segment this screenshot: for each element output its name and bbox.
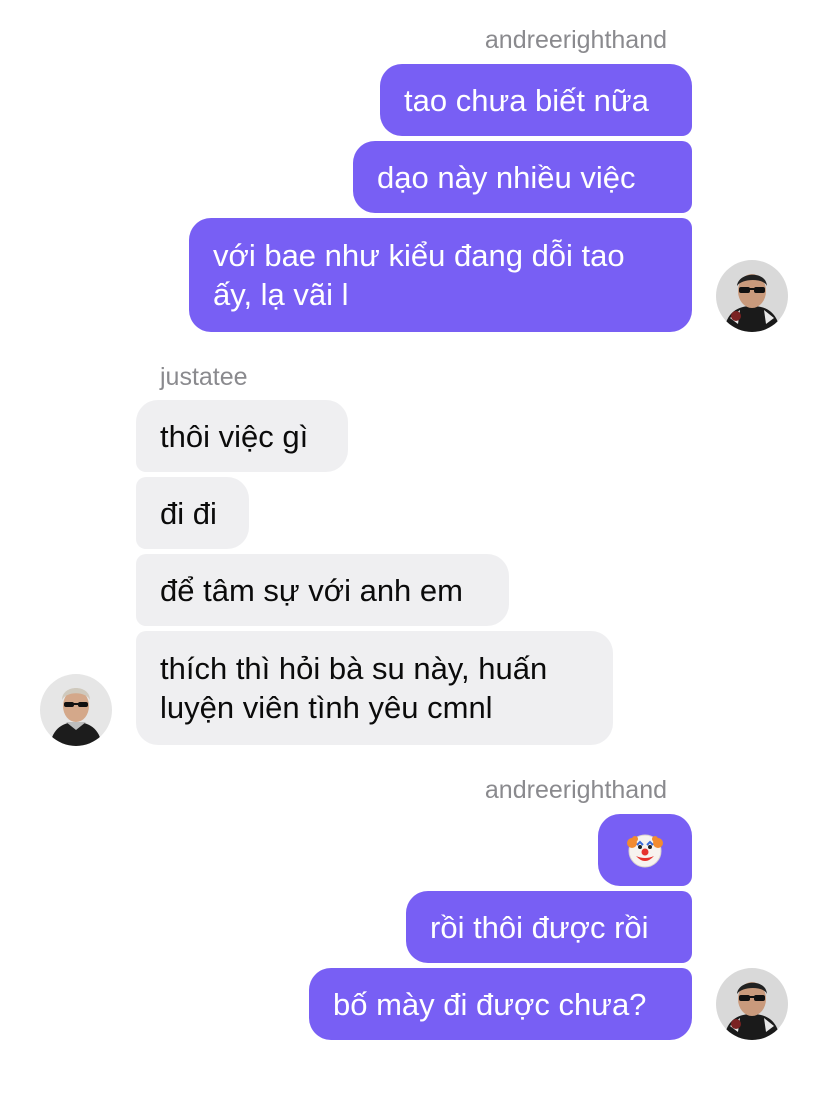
message-bubble[interactable]	[598, 814, 692, 886]
message-bubble[interactable]: đi đi	[136, 477, 249, 549]
sender-name-andreerighthand: andreerighthand	[484, 776, 667, 804]
message-bubble[interactable]: thôi việc gì	[136, 400, 348, 472]
message-bubble[interactable]: dạo này nhiều việc	[353, 141, 692, 213]
message-bubble[interactable]: với bae như kiểu đang dỗi tao ấy, lạ vãi…	[189, 218, 692, 332]
message-bubble[interactable]: tao chưa biết nữa	[380, 64, 692, 136]
message-text: thích thì hỏi bà su này, huấn luyện viên…	[160, 651, 548, 725]
message-text: thôi việc gì	[160, 418, 309, 454]
message-text: dạo này nhiều việc	[377, 159, 636, 195]
avatar-andreerighthand[interactable]	[716, 260, 788, 332]
message-bubble[interactable]: để tâm sự với anh em	[136, 554, 509, 626]
message-bubble[interactable]: rồi thôi được rồi	[406, 891, 692, 963]
avatar-andreerighthand[interactable]	[716, 968, 788, 1040]
clown-face-icon	[625, 830, 665, 870]
message-text: tao chưa biết nữa	[404, 82, 649, 118]
message-bubble[interactable]: bố mày đi được chưa?	[309, 968, 692, 1040]
message-text: với bae như kiểu đang dỗi tao ấy, lạ vãi…	[213, 238, 625, 312]
message-text: rồi thôi được rồi	[430, 909, 649, 945]
message-bubble[interactable]: thích thì hỏi bà su này, huấn luyện viên…	[136, 631, 613, 745]
sender-name-justatee: justatee	[160, 363, 248, 391]
message-text: để tâm sự với anh em	[160, 572, 463, 608]
message-text: bố mày đi được chưa?	[333, 986, 647, 1022]
sender-name-andreerighthand: andreerighthand	[484, 26, 667, 54]
message-text: đi đi	[160, 495, 217, 531]
avatar-justatee[interactable]	[40, 674, 112, 746]
